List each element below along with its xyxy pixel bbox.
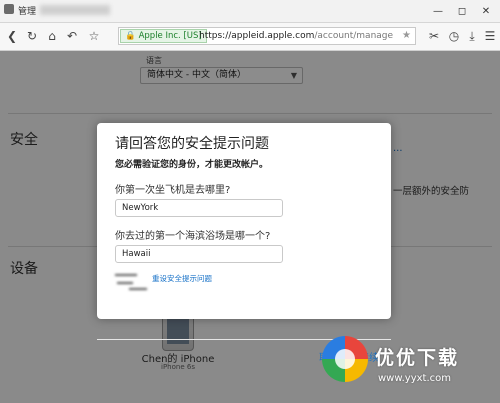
watermark-title: 优优下载 [375, 347, 460, 369]
dialog-subtitle: 您必需验证您的身份，才能更改帐户。 [115, 160, 269, 170]
address-star-icon[interactable]: ★ [402, 28, 411, 44]
browser-titlebar: 管理 — ◻ ✕ [0, 0, 500, 23]
security-label: Apple Inc. [US] [138, 31, 202, 41]
security-questions-dialog: 请回答您的安全提示问题 您必需验证您的身份，才能更改帐户。 你第一次坐飞机是去哪… [97, 123, 391, 364]
window-controls: — ◻ ✕ [426, 0, 498, 22]
minimize-icon[interactable]: — [426, 0, 450, 22]
security-badge[interactable]: 🔒 Apple Inc. [US] [120, 29, 207, 43]
maximize-icon[interactable]: ◻ [450, 0, 474, 22]
url-text[interactable]: https://appleid.apple.com/account/manage [199, 28, 393, 44]
address-bar[interactable]: 🔒 Apple Inc. [US] https://appleid.apple.… [118, 27, 416, 45]
watermark-logo-icon [322, 336, 368, 382]
watermark-url: www.yyxt.com [378, 373, 452, 384]
answer-1-input[interactable]: NewYork [115, 199, 283, 217]
scissors-icon[interactable]: ✂ [426, 28, 442, 44]
tab-title[interactable]: 管理 [18, 4, 36, 17]
bookmark-star-icon[interactable]: ☆ [86, 28, 102, 44]
close-icon[interactable]: ✕ [474, 0, 498, 22]
menu-icon[interactable]: ☰ [482, 28, 498, 44]
url-path: /account/manage [314, 31, 394, 41]
url-host: https://appleid.apple.com [199, 31, 315, 41]
back-arrow-icon[interactable]: ❮ [4, 28, 20, 44]
home-icon[interactable]: ⌂ [44, 28, 60, 44]
obscured-text [115, 271, 149, 293]
question-1-label: 你第一次坐飞机是去哪里? [115, 185, 231, 196]
tab-favicon-icon [4, 4, 14, 14]
history-icon[interactable]: ◷ [446, 28, 462, 44]
download-icon[interactable]: ⤓ [464, 28, 480, 44]
blurred-tab-text [40, 5, 110, 15]
reload-icon[interactable]: ↻ [24, 28, 40, 44]
question-2-label: 你去过的第一个海滨浴场是哪一个? [115, 231, 271, 242]
undo-icon[interactable]: ↶ [64, 28, 80, 44]
dialog-title: 请回答您的安全提示问题 [115, 136, 269, 152]
reset-questions-link[interactable]: 重设安全提示问题 [152, 273, 212, 284]
answer-2-input[interactable]: Hawaii [115, 245, 283, 263]
browser-navbar: ❮ ↻ ⌂ ↶ ☆ 🔒 Apple Inc. [US] https://appl… [0, 23, 500, 51]
lock-icon: 🔒 [125, 31, 136, 41]
